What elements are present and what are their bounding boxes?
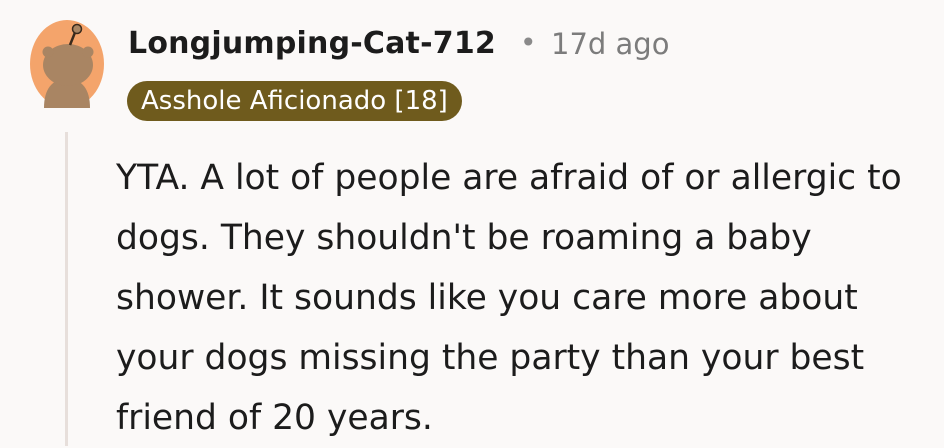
meta-separator: •	[520, 26, 537, 59]
user-flair-badge: Asshole Aficionado [18]	[127, 81, 462, 121]
comment-timestamp[interactable]: 17d ago	[551, 27, 669, 61]
author-username[interactable]: Longjumping-Cat-712	[128, 26, 496, 61]
thread-collapse-line[interactable]	[65, 132, 68, 446]
snoo-avatar-icon[interactable]	[30, 14, 104, 108]
comment-text: YTA. A lot of people are afraid of or al…	[116, 158, 902, 438]
